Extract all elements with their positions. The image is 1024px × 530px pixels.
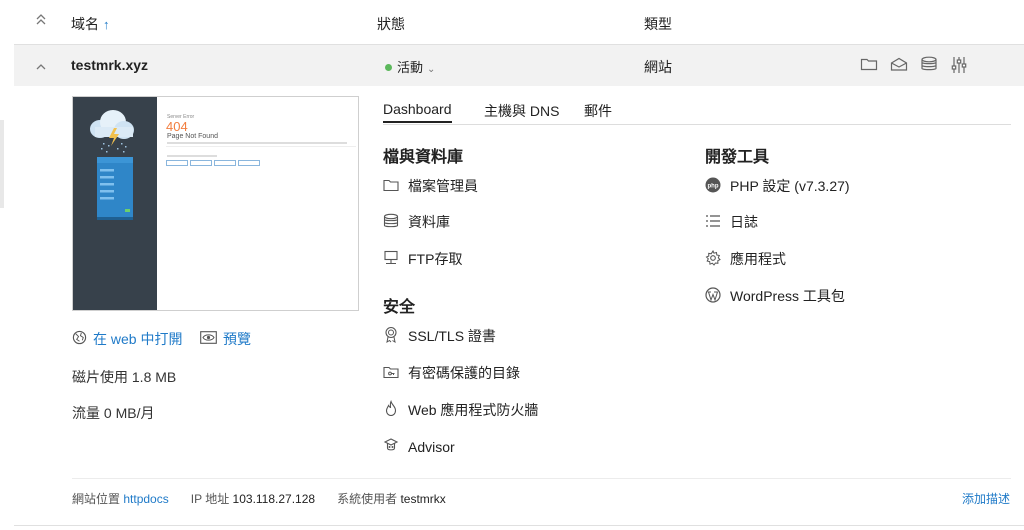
preview-error-message: Page Not Found [167,133,218,140]
php-settings-link[interactable]: php PHP 設定 (v7.3.27) [705,176,850,196]
site-info-footer: 網站位置 httpdocs IP 地址 103.118.27.128 系統使用者… [72,490,446,507]
tab-bar: Dashboard 主機與 DNS 郵件 [383,99,1011,125]
password-protected-dirs-link[interactable]: 有密碼保護的目錄 [383,363,520,383]
section-title-security: 安全 [383,299,416,316]
section-title-dev-tools: 開發工具 [705,149,770,166]
svg-text:php: php [708,183,719,189]
ip-address-label: IP 地址 [190,492,230,506]
tab-hosting-dns[interactable]: 主機與 DNS [484,101,559,121]
system-user: 系統使用者 testmrkx [337,490,446,507]
eye-icon [200,331,217,347]
gear-icon [705,249,721,269]
status-dropdown[interactable]: 活動 ⌄ [385,57,435,76]
table-header: 域名 ↑ 狀態 類型 [14,0,1024,45]
chevron-down-icon: ⌄ [427,64,436,75]
footer-divider [72,478,1011,479]
disk-usage: 磁片使用 1.8 MB [72,369,177,385]
collapse-row-icon[interactable] [35,59,47,75]
column-header-domain[interactable]: 域名 ↑ [71,14,110,34]
password-protected-dirs-label: 有密碼保護的目錄 [408,365,520,381]
column-header-domain-label: 域名 [71,16,99,32]
tab-dashboard[interactable]: Dashboard [383,101,452,123]
site-location-label: 網站位置 [72,492,121,506]
open-in-web-label: 在 web 中打開 [93,331,183,347]
web-app-firewall-link[interactable]: Web 應用程式防火牆 [383,399,539,420]
ftp-access-link[interactable]: FTP存取 [383,249,462,269]
ssl-tls-link[interactable]: SSL/TLS 證書 [383,326,496,346]
domain-name[interactable]: testmrk.xyz [71,57,148,73]
system-user-label: 系統使用者 [337,492,398,506]
fire-icon [383,399,399,420]
column-header-type[interactable]: 類型 [644,14,672,34]
server-cloud-illustration-icon [90,110,134,220]
mail-icon[interactable] [890,56,908,74]
advisor-label: Advisor [408,438,455,455]
settings-sliders-icon[interactable] [950,56,968,74]
preview-label: 預覽 [223,331,251,347]
preview-error-code: 404 [166,119,188,134]
site-type: 網站 [644,59,672,75]
web-app-firewall-label: Web 應用程式防火牆 [408,402,539,418]
advisor-link[interactable]: Advisor [383,437,455,456]
preview-link[interactable]: 預覽 [200,329,251,349]
system-user-value: testmrkx [400,492,446,506]
certificate-icon [383,326,399,346]
ssl-tls-label: SSL/TLS 證書 [408,328,496,344]
preview-text-line [167,155,217,157]
tab-mail[interactable]: 郵件 [584,101,612,121]
file-manager-link[interactable]: 檔案管理員 [383,176,478,196]
php-icon: php [705,177,721,196]
databases-link[interactable]: 資料庫 [383,212,450,232]
status-label: 活動 [397,60,424,75]
folder-icon[interactable] [860,56,878,74]
database-icon[interactable] [920,56,938,74]
applications-link[interactable]: 應用程式 [705,249,786,269]
databases-label: 資料庫 [408,214,450,230]
preview-text-line [167,142,347,144]
preview-divider [166,146,356,147]
left-scroll-strip [0,120,4,208]
network-icon [383,250,399,269]
wordpress-icon [705,286,721,306]
wordpress-toolkit-link[interactable]: WordPress 工具包 [705,286,845,306]
logs-link[interactable]: 日誌 [705,212,758,232]
ip-address-value: 103.118.27.128 [232,492,316,506]
section-title-files-db: 檔與資料庫 [383,149,464,166]
site-location: 網站位置 httpdocs [72,490,169,507]
domain-row[interactable]: testmrk.xyz 活動 ⌄ 網站 [14,45,1024,86]
traffic-usage: 流量 0 MB/月 [72,405,155,421]
collapse-all-icon[interactable] [35,12,47,29]
wordpress-toolkit-label: WordPress 工具包 [730,288,845,304]
site-location-value[interactable]: httpdocs [123,492,168,506]
logs-label: 日誌 [730,214,758,230]
file-manager-label: 檔案管理員 [408,178,478,194]
php-settings-label: PHP 設定 (v7.3.27) [730,178,850,194]
preview-buttons [166,160,260,166]
ip-address: IP 地址 103.118.27.128 [191,490,315,507]
column-header-status[interactable]: 狀態 [377,14,405,34]
preview-sidebar [73,97,157,310]
folder-icon [383,178,399,195]
locked-folder-icon [383,365,399,382]
database-icon [383,213,399,232]
status-active-dot [385,63,392,71]
website-preview-thumbnail[interactable]: Server Error 404 Page Not Found [72,96,359,311]
sort-ascending-icon: ↑ [103,17,110,32]
globe-icon [72,330,87,348]
list-icon [705,214,721,231]
add-description-link[interactable]: 添加描述 [962,490,1010,507]
open-in-web-link[interactable]: 在 web 中打開 [72,329,182,349]
ftp-access-label: FTP存取 [408,251,463,267]
advisor-icon [383,437,399,456]
applications-label: 應用程式 [730,251,786,267]
